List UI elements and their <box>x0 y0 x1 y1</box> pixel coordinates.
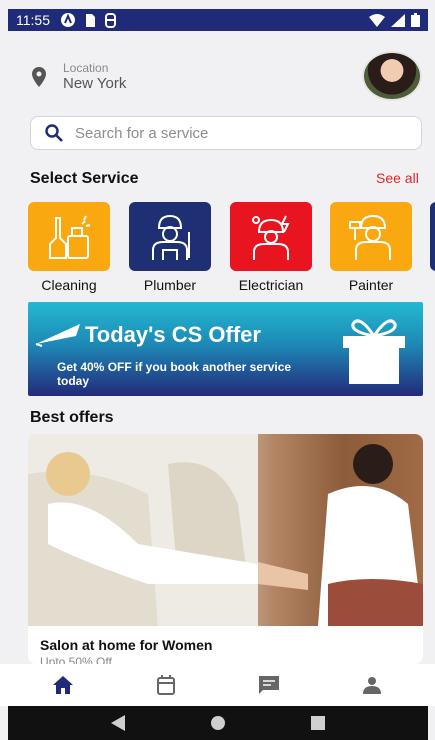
system-navigation-bar <box>8 706 428 740</box>
nav-profile[interactable] <box>352 670 392 700</box>
wifi-icon <box>369 13 385 27</box>
signal-icon <box>391 13 405 27</box>
battery-icon <box>411 13 420 27</box>
back-icon[interactable] <box>111 715 125 731</box>
painter-tile <box>330 202 412 271</box>
location-city[interactable]: New York <box>63 75 126 92</box>
offer-subtitle: Upto 50% Off <box>40 655 112 664</box>
sim-icon <box>86 13 95 27</box>
offer-banner[interactable]: Today's CS Offer Get 40% OFF if you book… <box>28 302 423 396</box>
service-list: Cleaning Plumber Electrician Painter <box>28 202 435 297</box>
data-saver-icon <box>105 12 116 28</box>
search-input[interactable] <box>75 124 395 142</box>
nav-home[interactable] <box>43 670 83 700</box>
banner-subtitle: Get 40% OFF if you book another service … <box>57 360 292 388</box>
bottom-navigation <box>0 664 435 706</box>
service-label: Electrician <box>238 277 304 293</box>
nav-bookings[interactable] <box>146 670 186 700</box>
search-bar[interactable] <box>30 116 422 150</box>
offer-title: Salon at home for Women <box>40 637 213 653</box>
search-icon <box>45 124 63 142</box>
cleaning-tile <box>28 202 110 271</box>
see-all-link[interactable]: See all <box>376 170 419 186</box>
status-time: 11:55 <box>16 12 50 28</box>
service-more[interactable] <box>430 202 435 271</box>
service-painter[interactable]: Painter <box>330 202 412 293</box>
recents-icon[interactable] <box>311 716 325 730</box>
home-button-icon[interactable] <box>211 716 225 730</box>
service-label: Painter <box>348 277 394 293</box>
service-electrician[interactable]: Electrician <box>230 202 312 293</box>
salon-scene-image <box>28 434 423 626</box>
select-service-title: Select Service <box>30 170 139 187</box>
offer-card[interactable]: Salon at home for Women Upto 50% Off <box>28 434 423 664</box>
location-header: Location New York <box>0 31 435 121</box>
status-bar: 11:55 <box>8 9 428 31</box>
electrician-icon <box>252 215 290 260</box>
service-label: Plumber <box>143 277 197 293</box>
avatar[interactable] <box>362 51 422 101</box>
service-plumber[interactable]: Plumber <box>129 202 211 293</box>
banner-title: Today's CS Offer <box>85 322 261 347</box>
cleaning-icon <box>49 215 91 259</box>
chat-icon <box>258 676 279 694</box>
plumber-icon <box>152 214 190 260</box>
a-icon <box>61 13 75 27</box>
location-pin-icon <box>32 67 46 87</box>
electrician-tile <box>230 202 312 271</box>
service-label: Cleaning <box>41 277 97 293</box>
more-service-tile <box>430 202 435 271</box>
best-offers-title: Best offers <box>30 409 114 426</box>
profile-icon <box>362 677 381 694</box>
location-label: Location <box>63 61 109 75</box>
nav-messages[interactable] <box>249 670 289 700</box>
home-icon <box>53 676 74 694</box>
gift-icon <box>343 319 405 384</box>
calendar-icon <box>157 675 176 695</box>
painter-icon <box>349 214 391 260</box>
megaphone-icon <box>35 324 80 347</box>
service-cleaning[interactable]: Cleaning <box>28 202 110 293</box>
salon-photo <box>28 434 423 626</box>
plumber-tile <box>129 202 211 271</box>
